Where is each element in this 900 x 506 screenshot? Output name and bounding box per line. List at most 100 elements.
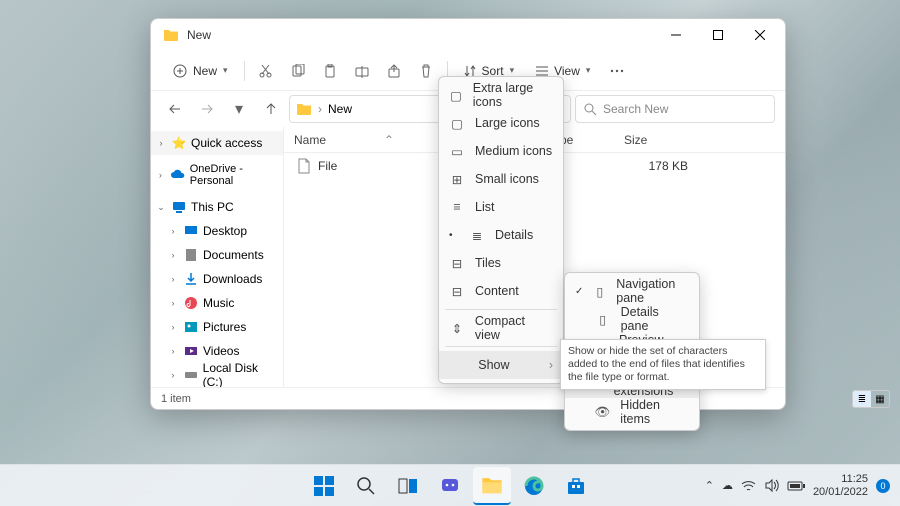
onedrive-icon[interactable]: ☁: [722, 479, 733, 492]
col-size[interactable]: Size: [614, 133, 674, 147]
chat-icon: [440, 476, 460, 496]
search-placeholder: Search New: [603, 102, 668, 116]
grid-icon: ▢: [449, 116, 465, 131]
menu-content[interactable]: ⊟Content: [439, 277, 563, 305]
ellipsis-icon: [610, 69, 624, 73]
minimize-button[interactable]: [655, 21, 697, 49]
col-name[interactable]: Name: [284, 133, 374, 147]
store-icon: [566, 476, 586, 496]
chat-button[interactable]: [431, 467, 469, 505]
maximize-button[interactable]: [697, 21, 739, 49]
view-icon: [536, 65, 548, 77]
edge-icon: [523, 475, 545, 497]
folder-icon: [481, 474, 503, 496]
more-button[interactable]: [602, 56, 632, 86]
titlebar[interactable]: New: [151, 19, 785, 51]
menu-list[interactable]: ≡List: [439, 193, 563, 221]
new-label: New: [193, 64, 217, 78]
tray-chevron-icon[interactable]: ⌃: [705, 479, 714, 492]
arrow-up-icon: [264, 102, 278, 116]
star-icon: ⭐: [171, 135, 187, 151]
cloud-icon: [170, 167, 186, 183]
menu-xl-icons[interactable]: ▢Extra large icons: [439, 81, 563, 109]
sidebar-item-documents[interactable]: ›Documents: [151, 243, 283, 267]
tiles-icon: ⊟: [449, 256, 465, 271]
sidebar-item-pictures[interactable]: ›Pictures: [151, 315, 283, 339]
new-button[interactable]: New▾: [163, 56, 238, 86]
edge-button[interactable]: [515, 467, 553, 505]
folder-icon: [296, 101, 312, 117]
cut-button[interactable]: [251, 56, 281, 86]
chevron-down-icon: ▾: [235, 99, 243, 119]
menu-show[interactable]: Show›: [439, 351, 563, 379]
store-button[interactable]: [557, 467, 595, 505]
details-view-icon[interactable]: ≣: [853, 391, 871, 407]
menu-md-icons[interactable]: ▭Medium icons: [439, 137, 563, 165]
taskbar: ⌃ ☁ 11:25 20/01/2022 0: [0, 464, 900, 506]
task-view-button[interactable]: [389, 467, 427, 505]
content-icon: ⊟: [449, 284, 465, 299]
view-dropdown-menu: ▢Extra large icons ▢Large icons ▭Medium …: [438, 76, 564, 384]
volume-icon[interactable]: [764, 478, 779, 493]
scissors-icon: [258, 63, 273, 78]
windows-icon: [313, 475, 335, 497]
menu-compact[interactable]: ⇕Compact view: [439, 314, 563, 342]
explorer-button[interactable]: [473, 467, 511, 505]
sidebar-item-disk-c[interactable]: ›Local Disk (C:): [151, 363, 283, 387]
menu-lg-icons[interactable]: ▢Large icons: [439, 109, 563, 137]
menu-details[interactable]: •≣Details: [439, 221, 563, 249]
navigation-pane: ›⭐Quick access ›OneDrive - Personal ⌄Thi…: [151, 127, 283, 387]
close-button[interactable]: [739, 21, 781, 49]
sidebar-item-downloads[interactable]: ›Downloads: [151, 267, 283, 291]
start-button[interactable]: [305, 467, 343, 505]
disk-icon: [183, 367, 199, 383]
pane-icon: ▯: [595, 312, 611, 327]
system-tray[interactable]: ⌃ ☁ 11:25 20/01/2022 0: [705, 473, 900, 498]
search-input[interactable]: Search New: [575, 95, 775, 123]
menu-nav-pane[interactable]: ✓▯Navigation pane: [565, 277, 699, 305]
share-button[interactable]: [379, 56, 409, 86]
rename-button[interactable]: [347, 56, 377, 86]
view-toggle[interactable]: ≣ ▦: [852, 390, 890, 408]
copy-button[interactable]: [283, 56, 313, 86]
search-icon: [356, 476, 376, 496]
eye-icon: 👁: [594, 405, 610, 420]
taskview-icon: [398, 476, 418, 496]
sort-icon: [464, 65, 476, 77]
clock[interactable]: 11:25 20/01/2022: [813, 473, 868, 498]
details-icon: ≣: [469, 228, 485, 243]
sidebar-item-videos[interactable]: ›Videos: [151, 339, 283, 363]
list-icon: ≡: [449, 200, 465, 214]
battery-icon[interactable]: [787, 480, 805, 492]
search-icon: [584, 103, 597, 116]
arrow-right-icon: [200, 102, 214, 116]
forward-button[interactable]: [193, 95, 221, 123]
menu-sm-icons[interactable]: ⊞Small icons: [439, 165, 563, 193]
arrow-left-icon: [168, 102, 182, 116]
sidebar-item-quick-access[interactable]: ›⭐Quick access: [151, 131, 283, 155]
pane-icon: ▯: [593, 284, 606, 299]
tooltip: Show or hide the set of characters added…: [560, 339, 766, 390]
downloads-icon: [183, 271, 199, 287]
search-button[interactable]: [347, 467, 385, 505]
sidebar-item-this-pc[interactable]: ⌄This PC: [151, 195, 283, 219]
wifi-icon[interactable]: [741, 478, 756, 493]
file-size: 178 KB: [618, 159, 688, 173]
documents-icon: [183, 247, 199, 263]
menu-details-pane[interactable]: ▯Details pane: [565, 305, 699, 333]
sidebar-item-music[interactable]: ›Music: [151, 291, 283, 315]
notifications-icon[interactable]: 0: [876, 479, 890, 493]
recent-button[interactable]: ▾: [225, 95, 253, 123]
back-button[interactable]: [161, 95, 189, 123]
sidebar-item-onedrive[interactable]: ›OneDrive - Personal: [151, 163, 283, 187]
grid-icon: ▭: [449, 144, 465, 159]
plus-circle-icon: [173, 64, 187, 78]
sidebar-item-desktop[interactable]: ›Desktop: [151, 219, 283, 243]
paste-button[interactable]: [315, 56, 345, 86]
time: 11:25: [813, 473, 868, 486]
menu-tiles[interactable]: ⊟Tiles: [439, 249, 563, 277]
delete-button[interactable]: [411, 56, 441, 86]
menu-hidden[interactable]: 👁Hidden items: [565, 398, 699, 426]
up-button[interactable]: [257, 95, 285, 123]
thumbnails-view-icon[interactable]: ▦: [871, 391, 889, 407]
